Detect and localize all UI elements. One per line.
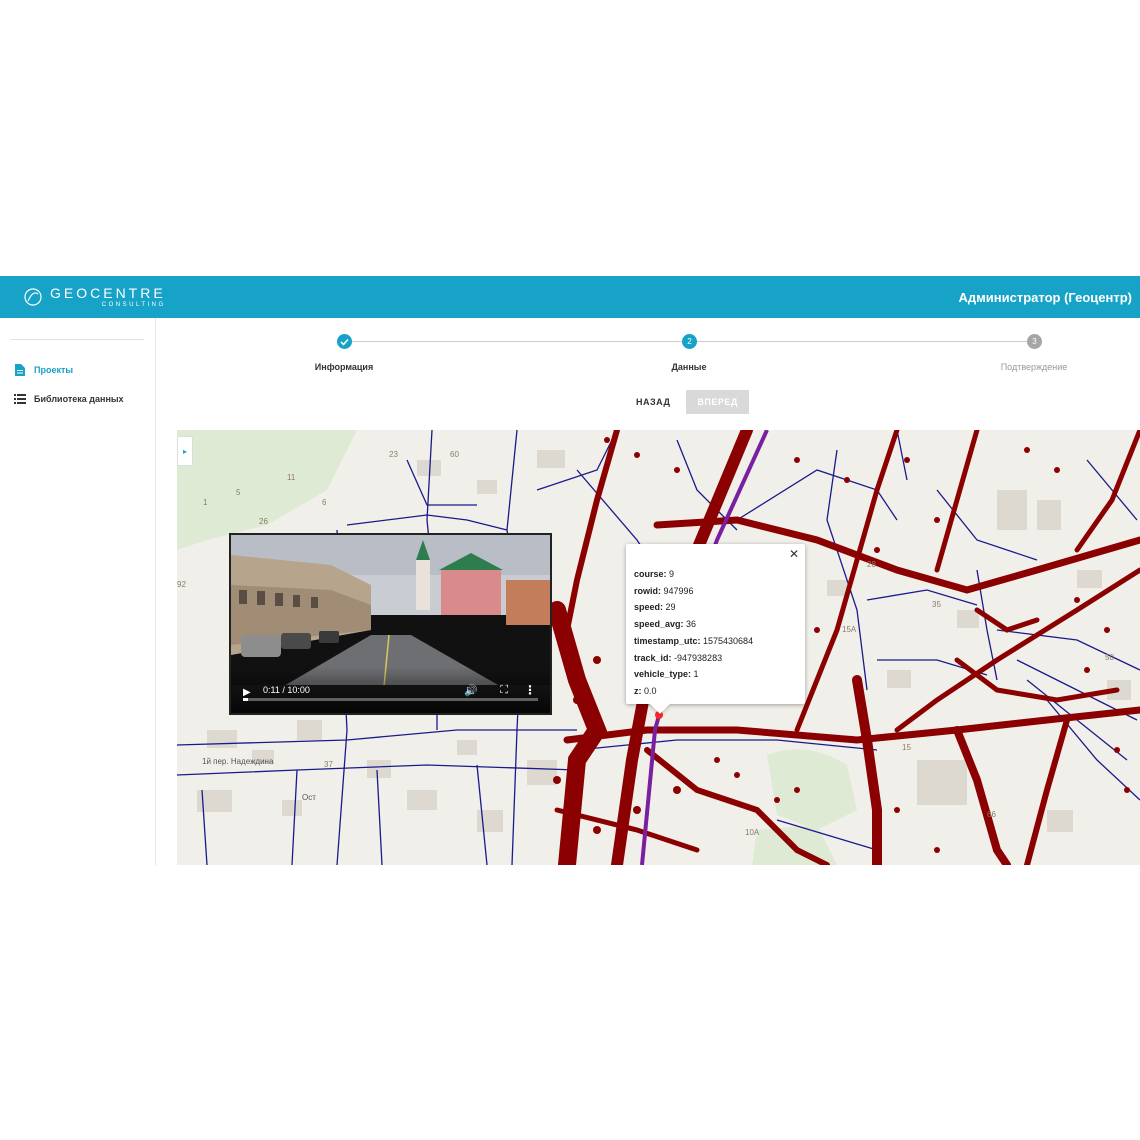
popup-row: speed: 29	[634, 599, 797, 616]
popup-key: vehicle_type:	[634, 669, 692, 680]
popup-key: speed:	[634, 602, 664, 613]
logo-icon	[24, 288, 42, 306]
popup-key: track_id:	[634, 652, 672, 663]
stepper: Информация 2 Данные 3 Подтверждение	[156, 318, 1140, 390]
more-options-icon[interactable]: ⋮	[524, 683, 536, 697]
sidebar-item-label: Проекты	[34, 365, 74, 375]
step-1-label: Информация	[314, 362, 374, 372]
step-3-label: Подтверждение	[1000, 362, 1068, 372]
map-label: 23	[389, 450, 398, 459]
popup-attributes: course: 9 rowid: 947996 speed: 29 speed_avg…	[634, 566, 797, 700]
step-3-number[interactable]: 3	[1027, 334, 1042, 349]
popup-row: track_id: -947938283	[634, 650, 797, 667]
map-label: 1	[203, 498, 208, 507]
popup-row: vehicle_type: 1	[634, 666, 797, 683]
map-label: 15	[902, 743, 911, 752]
popup-key: course:	[634, 569, 667, 579]
popup-value: 9	[666, 569, 675, 579]
popup-key: z:	[634, 685, 642, 696]
map-label: 26	[259, 517, 268, 526]
sidebar-item-data-library[interactable]: Библиотека данных	[14, 393, 124, 405]
map-label: 35	[932, 600, 941, 609]
map-label: 37	[324, 760, 333, 769]
popup-value: 947996	[661, 585, 694, 596]
layers-toggle-button[interactable]: ▸	[177, 436, 193, 466]
sidebar-item-label: Библиотека данных	[34, 394, 124, 404]
popup-value: 1575430684	[700, 635, 754, 646]
play-icon[interactable]: ▶	[243, 687, 251, 698]
popup-key: speed_avg:	[634, 619, 684, 630]
popup-value: 0.0	[641, 685, 657, 696]
video-progress-bar[interactable]	[243, 698, 538, 701]
sidebar: Проекты Библиотека данных	[0, 318, 156, 865]
app-header: GEOCENTRE CONSULTING Администратор (Геоц…	[0, 276, 1140, 318]
popup-row: course: 9	[634, 566, 797, 583]
map-label: Ост	[302, 793, 316, 802]
chevron-right-icon: ▸	[182, 446, 187, 456]
popup-key: rowid:	[634, 585, 661, 596]
step-2-label: Данные	[671, 362, 707, 372]
video-player[interactable]: ▶ 0:11 / 10:00 🔊 ⛶ ⋮	[229, 533, 552, 715]
video-controls: ▶ 0:11 / 10:00 🔊 ⛶ ⋮	[231, 667, 550, 713]
document-icon	[14, 364, 26, 376]
close-icon[interactable]: ✕	[789, 547, 799, 561]
logo-title: GEOCENTRE	[50, 285, 166, 301]
video-time: 0:11 / 10:00	[263, 685, 310, 695]
map-label: 6	[322, 498, 327, 507]
map-label: 50	[1105, 653, 1114, 662]
map-view[interactable]: 23 60 11 5 1 6 26 92 37 10A 28 35 15A 50…	[177, 430, 1140, 865]
map-label: 92	[177, 580, 186, 589]
sidebar-divider	[10, 339, 144, 340]
next-button[interactable]: ВПЕРЕД	[686, 390, 749, 414]
map-label: 15A	[842, 625, 857, 634]
popup-value: 36	[683, 619, 697, 630]
map-label: 66	[987, 810, 996, 819]
step-2-number[interactable]: 2	[682, 334, 697, 349]
fullscreen-icon[interactable]: ⛶	[500, 684, 508, 697]
map-label: 28	[867, 560, 876, 569]
sidebar-item-projects[interactable]: Проекты	[14, 364, 73, 376]
map-label: 11	[287, 473, 296, 482]
popup-row: speed_avg: 36	[634, 616, 797, 633]
back-button[interactable]: НАЗАД	[628, 391, 678, 413]
page: GEOCENTRE CONSULTING Администратор (Геоц…	[0, 0, 1140, 1140]
wizard-buttons: НАЗАД ВПЕРЕД	[628, 390, 749, 414]
step-1-check-icon[interactable]	[337, 334, 352, 349]
logo[interactable]: GEOCENTRE CONSULTING	[22, 286, 166, 308]
popup-row: timestamp_utc: 1575430684	[634, 633, 797, 650]
list-icon	[14, 393, 26, 405]
feature-popup: ✕ course: 9 rowid: 947996 speed: 29 speed_a…	[626, 544, 805, 714]
map-label: 10A	[745, 828, 760, 837]
popup-value: -947938283	[671, 652, 723, 663]
map-label: 1й пер. Надеждина	[202, 757, 274, 766]
popup-value: 1	[691, 669, 699, 680]
video-progress-fill	[243, 698, 249, 701]
step-connector	[352, 341, 682, 342]
popup-key: timestamp_utc:	[634, 635, 701, 646]
popup-value: 29	[663, 602, 676, 613]
volume-icon[interactable]: 🔊	[464, 684, 478, 697]
user-name[interactable]: Администратор (Геоцентр)	[959, 290, 1132, 305]
step-connector	[697, 341, 1027, 342]
logo-subtitle: CONSULTING	[101, 302, 166, 308]
popup-row: rowid: 947996	[634, 583, 797, 600]
map-label: 60	[450, 450, 459, 459]
map-label: 5	[236, 488, 241, 497]
